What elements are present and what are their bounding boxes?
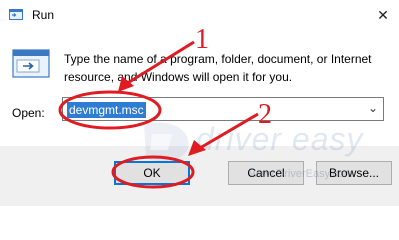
run-program-icon	[12, 49, 50, 78]
run-app-icon	[9, 9, 23, 20]
open-label: Open:	[12, 106, 45, 120]
run-dialog: Run ✕ Type the name of a program, folder…	[0, 0, 399, 206]
annotation-step-2: 2	[258, 99, 272, 130]
open-combobox[interactable]: devmgmt.msc ⌄	[62, 97, 384, 121]
ok-button-label: OK	[143, 166, 161, 180]
chevron-down-icon[interactable]: ⌄	[368, 101, 378, 115]
close-icon: ✕	[377, 6, 389, 23]
ok-button[interactable]: OK	[114, 161, 190, 185]
dialog-description: Type the name of a program, folder, docu…	[64, 52, 372, 84]
watermark-brand: driver easy	[196, 121, 364, 157]
watermark-url: www.DriverEasy.com	[250, 168, 354, 180]
watermark-logo-icon	[144, 122, 189, 162]
annotation-step-1: 1	[195, 24, 209, 55]
open-input-value[interactable]: devmgmt.msc	[67, 102, 146, 118]
window-title: Run	[32, 8, 55, 22]
close-button[interactable]: ✕	[370, 2, 396, 28]
